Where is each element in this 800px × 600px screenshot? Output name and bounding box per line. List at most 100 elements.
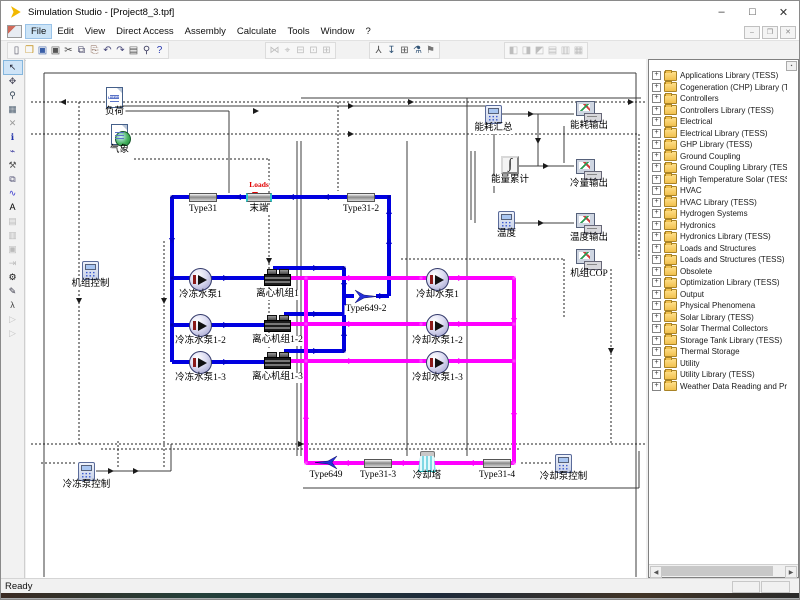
component-机组COP[interactable]: 机组COP: [576, 249, 602, 269]
redo-icon[interactable]: ↷: [114, 44, 127, 57]
expand-icon[interactable]: +: [652, 163, 661, 172]
scroll-right-icon[interactable]: ▶: [785, 566, 797, 578]
connections-tool-icon[interactable]: ⌁: [4, 145, 22, 158]
component-冷却水泵1-3[interactable]: 冷却水泵1-3: [426, 351, 449, 374]
mdi-minimize-button[interactable]: –: [744, 26, 760, 39]
library-item[interactable]: +Solar Thermal Collectors: [652, 323, 787, 335]
expand-icon[interactable]: +: [652, 359, 661, 368]
expand-icon[interactable]: +: [652, 71, 661, 80]
library-item[interactable]: +Loads and Structures: [652, 243, 787, 255]
link-tool-icon[interactable]: ∿: [4, 187, 22, 200]
library-item[interactable]: +Weather Data Reading and Process: [652, 381, 787, 393]
library-item[interactable]: +Hydronics: [652, 220, 787, 232]
info-tool-icon[interactable]: ℹ: [4, 131, 22, 144]
library-item[interactable]: +HVAC: [652, 185, 787, 197]
library-item[interactable]: +Electrical Library (TESS): [652, 128, 787, 140]
library-item[interactable]: +Ground Coupling: [652, 151, 787, 163]
library-item[interactable]: +Cogeneration (CHP) Library (TESS): [652, 82, 787, 94]
expand-icon[interactable]: +: [652, 221, 661, 230]
expand-icon[interactable]: +: [652, 278, 661, 287]
component-能耗输出[interactable]: 能耗输出: [576, 101, 602, 121]
library-item[interactable]: +Loads and Structures (TESS): [652, 254, 787, 266]
library-horizontal-scrollbar[interactable]: ◀ ▶: [649, 564, 798, 577]
library-item[interactable]: +Output: [652, 289, 787, 301]
component-Type31-3[interactable]: Type31-3: [364, 459, 392, 468]
save-icon[interactable]: ▣: [36, 44, 49, 57]
component-离心机组1-3[interactable]: 离心机组1-3: [264, 352, 291, 369]
export-tool-icon[interactable]: ⇥: [4, 257, 22, 270]
expand-icon[interactable]: +: [652, 140, 661, 149]
component-冷却水泵1[interactable]: 冷却水泵1: [426, 268, 449, 291]
library-item[interactable]: +Thermal Storage: [652, 346, 787, 358]
document-icon[interactable]: [7, 25, 22, 38]
expand-icon[interactable]: +: [652, 198, 661, 207]
paste-icon[interactable]: ⎘: [88, 44, 101, 57]
library-item[interactable]: +Hydronics Library (TESS): [652, 231, 787, 243]
run-tool-icon[interactable]: λ: [4, 299, 22, 312]
new-icon[interactable]: ▯: [10, 44, 23, 57]
component-冷冻水泵1-3[interactable]: 冷冻水泵1-3: [189, 351, 212, 374]
library-item[interactable]: +Utility: [652, 358, 787, 370]
expand-icon[interactable]: +: [652, 244, 661, 253]
menu-tools[interactable]: Tools: [282, 25, 314, 38]
menu-view[interactable]: View: [80, 25, 110, 38]
component-负荷[interactable]: USER负荷: [106, 87, 123, 108]
window-split-tool-icon[interactable]: ▤: [4, 215, 22, 228]
expand-icon[interactable]: +: [652, 301, 661, 310]
grid-table-icon[interactable]: ⊞: [398, 44, 411, 57]
duplicate-tool-icon[interactable]: ⧉: [4, 173, 22, 186]
play-forward-tool-icon[interactable]: ▷: [4, 313, 22, 326]
help-icon[interactable]: ?: [153, 44, 166, 57]
component-冷却塔[interactable]: 冷却塔: [418, 451, 436, 471]
expand-icon[interactable]: +: [652, 232, 661, 241]
expand-icon[interactable]: +: [652, 209, 661, 218]
library-item[interactable]: +Solar Library (TESS): [652, 312, 787, 324]
component-温度[interactable]: 温度: [498, 211, 515, 230]
expand-icon[interactable]: +: [652, 186, 661, 195]
component-冷冻泵控制[interactable]: 冷冻泵控制: [78, 462, 95, 481]
expand-icon[interactable]: +: [652, 129, 661, 138]
pan-tool-icon[interactable]: ✥: [4, 75, 22, 88]
menu-help[interactable]: ?: [360, 25, 375, 38]
expand-icon[interactable]: +: [652, 117, 661, 126]
play-back-tool-icon[interactable]: ▷: [4, 327, 22, 340]
library-item[interactable]: +Utility Library (TESS): [652, 369, 787, 381]
print-icon[interactable]: ▤: [127, 44, 140, 57]
library-item[interactable]: +Obsolete: [652, 266, 787, 278]
component-冷冻水泵1[interactable]: 冷冻水泵1: [189, 268, 212, 291]
menu-edit[interactable]: Edit: [52, 25, 78, 38]
library-item[interactable]: +Electrical: [652, 116, 787, 128]
component-Type649-2[interactable]: Type649-2: [354, 289, 378, 309]
menu-calculate[interactable]: Calculate: [232, 25, 282, 38]
direct-access-sign-icon[interactable]: ⚑: [424, 44, 437, 57]
settings-tool-icon[interactable]: ⚙: [4, 271, 22, 284]
mdi-close-button[interactable]: ✕: [780, 26, 796, 39]
scroll-up-icon[interactable]: ▪: [786, 61, 797, 71]
text-tool-icon[interactable]: A: [4, 201, 22, 214]
print-view-tool-icon[interactable]: ▣: [4, 243, 22, 256]
hierarchy-icon[interactable]: ⅄: [372, 44, 385, 57]
print-preview-icon[interactable]: ⚲: [140, 44, 153, 57]
component-冷却水泵1-2[interactable]: 冷却水泵1-2: [426, 314, 449, 337]
library-item[interactable]: +Hydrogen Systems: [652, 208, 787, 220]
expand-icon[interactable]: +: [652, 255, 661, 264]
component-冷却泵控制[interactable]: 冷却泵控制: [555, 454, 572, 473]
component-Type31-2[interactable]: Type31-2: [347, 193, 375, 202]
expand-icon[interactable]: +: [652, 347, 661, 356]
library-item[interactable]: +High Temperature Solar (TESS): [652, 174, 787, 186]
component-Type31[interactable]: Type31: [189, 193, 217, 202]
select-tool-icon[interactable]: ↖: [4, 61, 22, 74]
expand-icon[interactable]: +: [652, 290, 661, 299]
library-item[interactable]: +Physical Phenomena: [652, 300, 787, 312]
component-离心机组1-2[interactable]: 离心机组1-2: [264, 315, 291, 332]
library-item[interactable]: +GHP Library (TESS): [652, 139, 787, 151]
zoom-tool-icon[interactable]: ⚲: [4, 89, 22, 102]
menu-window[interactable]: Window: [316, 25, 360, 38]
library-item[interactable]: +HVAC Library (TESS): [652, 197, 787, 209]
expand-icon[interactable]: +: [652, 152, 661, 161]
component-机组控制[interactable]: 机组控制: [82, 261, 99, 280]
delete-tool-icon[interactable]: ✕: [4, 117, 22, 130]
library-item[interactable]: +Controllers Library (TESS): [652, 105, 787, 117]
mdi-restore-button[interactable]: ❐: [762, 26, 778, 39]
expand-icon[interactable]: +: [652, 382, 661, 391]
